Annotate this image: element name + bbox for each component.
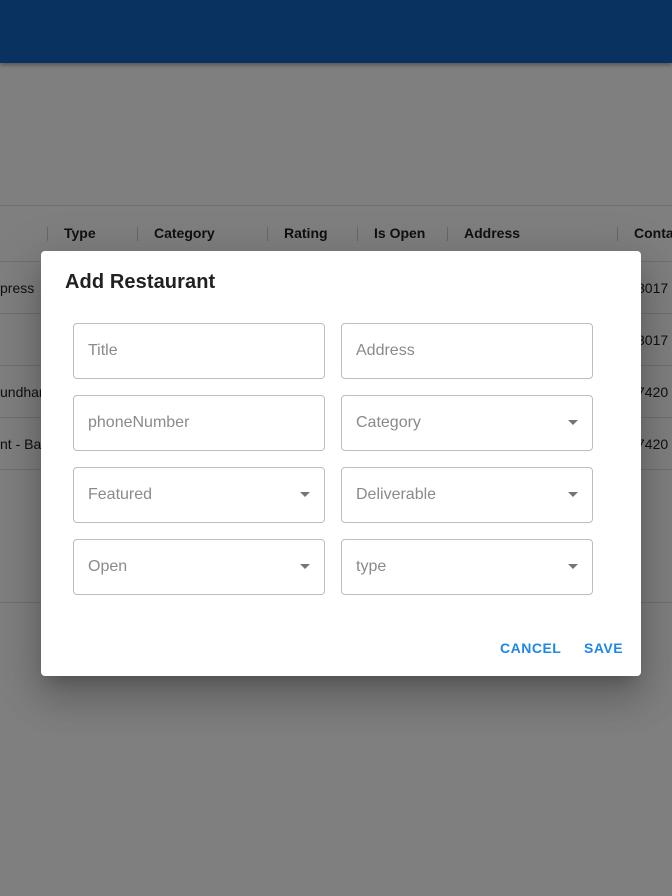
featured-select[interactable]: Featured	[73, 467, 325, 523]
phone-number-placeholder: phoneNumber	[88, 414, 190, 431]
address-input[interactable]: Address	[341, 323, 593, 379]
arrow-drop-down-icon	[568, 492, 578, 497]
featured-placeholder: Featured	[88, 486, 153, 503]
arrow-drop-down-icon	[300, 564, 310, 569]
cancel-button[interactable]: CANCEL	[500, 640, 561, 656]
arrow-drop-down-icon	[568, 564, 578, 569]
deliverable-select[interactable]: Deliverable	[341, 467, 593, 523]
save-button[interactable]: SAVE	[584, 640, 623, 656]
arrow-drop-down-icon	[568, 420, 578, 425]
add-restaurant-dialog: Add Restaurant Title Address phoneNumber…	[41, 251, 641, 676]
category-select[interactable]: Category	[341, 395, 593, 451]
title-placeholder: Title	[88, 342, 118, 359]
title-input[interactable]: Title	[73, 323, 325, 379]
category-placeholder: Category	[356, 414, 421, 431]
deliverable-placeholder: Deliverable	[356, 486, 437, 503]
open-placeholder: Open	[88, 558, 128, 575]
open-select[interactable]: Open	[73, 539, 325, 595]
type-placeholder: type	[356, 558, 387, 575]
page: Type Category Rating Is Open Address Con…	[0, 0, 672, 896]
address-placeholder: Address	[356, 342, 415, 359]
type-select[interactable]: type	[341, 539, 593, 595]
phone-number-input[interactable]: phoneNumber	[73, 395, 325, 451]
dialog-title: Add Restaurant	[65, 271, 216, 293]
arrow-drop-down-icon	[300, 492, 310, 497]
